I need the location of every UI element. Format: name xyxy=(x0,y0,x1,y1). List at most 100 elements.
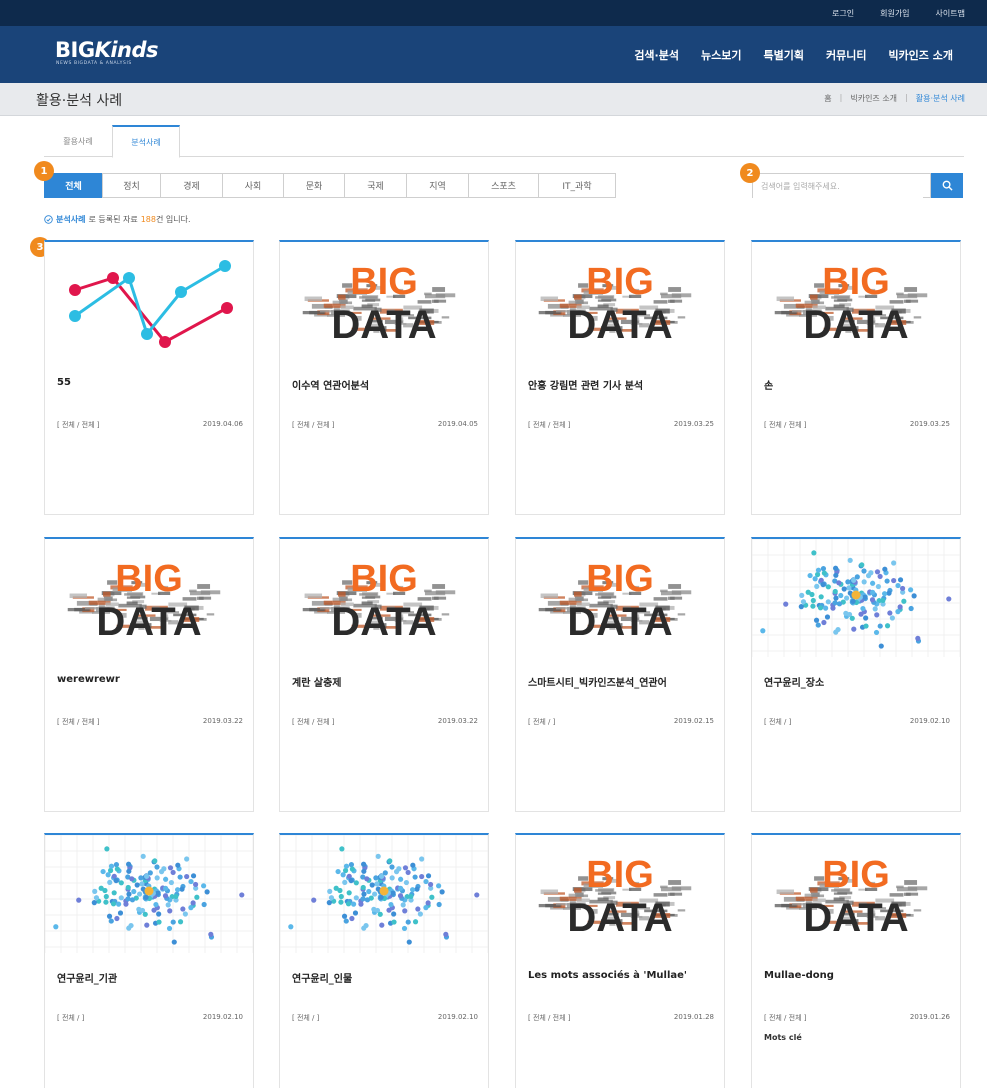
case-card[interactable]: 55 [ 전체 / 전체 ] 2019.04.06 xyxy=(44,240,254,515)
network-node xyxy=(833,629,839,635)
network-node xyxy=(400,902,406,908)
network-node xyxy=(878,643,884,649)
card-thumbnail: BIG DATA xyxy=(516,835,724,953)
network-node xyxy=(908,587,914,593)
category-it-science[interactable]: IT_과학 xyxy=(538,173,616,198)
category-all[interactable]: 전체 xyxy=(44,173,103,198)
network-node xyxy=(405,869,411,876)
breadcrumb-separator: | xyxy=(905,93,908,102)
signup-link[interactable]: 회원가입 xyxy=(880,8,909,19)
case-card[interactable]: BIG DATA Les mots associés à 'Mullae' [ 전체 … xyxy=(515,833,725,1088)
network-node xyxy=(841,586,847,592)
menu-community[interactable]: 커뮤니티 xyxy=(826,47,866,63)
network-node xyxy=(427,881,434,888)
breadcrumb-home[interactable]: 홈 xyxy=(824,93,831,104)
category-region[interactable]: 지역 xyxy=(406,173,469,198)
network-node xyxy=(810,603,816,609)
menu-search-analysis[interactable]: 검색·분석 xyxy=(634,47,679,63)
network-node xyxy=(154,864,160,870)
card-date: 2019.01.28 xyxy=(673,1013,714,1021)
case-card[interactable]: BIG DATA werewrewr [ 전체 / 전체 ] 2019.03.22 xyxy=(44,537,254,812)
network-node xyxy=(875,583,882,590)
search-input[interactable] xyxy=(753,175,923,198)
red-series-point xyxy=(69,284,81,296)
menu-news[interactable]: 뉴스보기 xyxy=(701,47,741,63)
network-node xyxy=(126,925,132,931)
card-title: Les mots associés à 'Mullae' xyxy=(528,970,687,981)
case-card[interactable]: BIG DATA Mullae-dong [ 전체 / 전체 ] 2019.01.26 M… xyxy=(751,833,961,1088)
network-node xyxy=(869,597,876,603)
category-filter: 전체 정치 경제 사회 문화 국제 지역 스포츠 IT_과학 xyxy=(44,173,616,198)
case-card[interactable]: BIG DATA 손 [ 전체 / 전체 ] 2019.03.25 xyxy=(751,240,961,515)
network-node xyxy=(397,885,404,891)
thumbnail-image: BIGDATA xyxy=(538,854,692,940)
card-title: 연구윤리_장소 xyxy=(764,678,825,689)
network-node xyxy=(170,869,176,876)
case-card[interactable]: BIG DATA 이수역 연관어분석 [ 전체 / 전체 ] 2019.04.05 xyxy=(279,240,489,515)
thumbnail-image xyxy=(752,539,960,657)
network-node xyxy=(838,592,844,599)
network-node xyxy=(311,897,317,903)
main-navigation: BIGKinds NEWS BIGDATA & ANALYSIS 검색·분석 뉴… xyxy=(0,26,987,83)
menu-about[interactable]: 빅카인즈 소개 xyxy=(888,47,953,63)
network-node xyxy=(382,870,388,876)
main-menu: 검색·분석 뉴스보기 특별기획 커뮤니티 빅카인즈 소개 xyxy=(634,26,953,83)
network-node xyxy=(161,866,167,872)
tab-analysis-cases[interactable]: 분석사례 xyxy=(112,125,180,158)
thumbnail-image xyxy=(45,835,253,953)
search-icon xyxy=(942,180,953,191)
network-node xyxy=(374,881,380,887)
card-category: [ 전체 / ] xyxy=(528,718,556,726)
network-node xyxy=(108,918,114,924)
category-society[interactable]: 사회 xyxy=(222,173,284,198)
network-node xyxy=(192,881,199,888)
card-title: 이수역 연관어분석 xyxy=(292,381,370,392)
search-button[interactable] xyxy=(931,173,963,198)
network-node xyxy=(372,891,378,897)
utility-bar: 로그인 회원가입 사이트맵 xyxy=(0,0,987,26)
page-title: 활용·분석 사례 xyxy=(36,93,123,109)
card-date: 2019.01.26 xyxy=(909,1013,950,1021)
breadcrumb-current[interactable]: 활용·분석 사례 xyxy=(916,93,965,104)
card-date: 2019.02.10 xyxy=(909,717,950,725)
network-node xyxy=(361,868,367,874)
case-card[interactable]: 연구윤리_장소 [ 전체 / ] 2019.02.10 xyxy=(751,537,961,812)
network-node xyxy=(379,922,385,928)
case-card[interactable]: 연구윤리_인물 [ 전체 / ] 2019.02.10 xyxy=(279,833,489,1088)
network-node xyxy=(123,901,129,907)
category-sports[interactable]: 스포츠 xyxy=(468,173,539,198)
check-circle-icon xyxy=(44,215,53,224)
thumbnail-image: BIGDATA xyxy=(302,261,456,347)
card-category: [ 전체 / 전체 ] xyxy=(57,421,100,429)
network-node xyxy=(179,886,185,892)
menu-special[interactable]: 특별기획 xyxy=(763,47,803,63)
category-politics[interactable]: 정치 xyxy=(102,173,161,198)
network-node xyxy=(177,874,183,880)
sitemap-link[interactable]: 사이트맵 xyxy=(936,8,965,19)
tab-usage-cases[interactable]: 활용사례 xyxy=(44,125,112,157)
big-word: BIG xyxy=(350,558,418,600)
network-node xyxy=(891,577,897,584)
network-node xyxy=(366,888,372,895)
network-node xyxy=(110,901,117,907)
network-node xyxy=(824,614,831,620)
network-node xyxy=(409,887,416,893)
network-node xyxy=(364,897,371,903)
network-node xyxy=(895,609,901,615)
case-card[interactable]: BIG DATA 안홍 강림면 관련 기사 분석 [ 전체 / 전체 ] 2019.03… xyxy=(515,240,725,515)
case-card[interactable]: 연구윤리_기관 [ 전체 / ] 2019.02.10 xyxy=(44,833,254,1088)
network-node xyxy=(406,939,412,945)
category-culture[interactable]: 문화 xyxy=(283,173,345,198)
network-node xyxy=(104,846,110,852)
network-node xyxy=(823,605,829,611)
breadcrumb-about[interactable]: 빅카인즈 소개 xyxy=(850,93,897,104)
login-link[interactable]: 로그인 xyxy=(832,8,854,19)
bigkinds-logo[interactable]: BIGKinds NEWS BIGDATA & ANALYSIS xyxy=(55,38,165,72)
data-word: DATA xyxy=(331,303,436,347)
network-node xyxy=(335,868,341,875)
case-card[interactable]: BIG DATA 스마트시티_빅카인즈분석_연관어 [ 전체 / ] 2019.02.1… xyxy=(515,537,725,812)
category-economy[interactable]: 경제 xyxy=(160,173,223,198)
category-international[interactable]: 국제 xyxy=(344,173,407,198)
network-center-node xyxy=(851,590,861,600)
case-card[interactable]: BIG DATA 계란 살충제 [ 전체 / 전체 ] 2019.03.22 xyxy=(279,537,489,812)
